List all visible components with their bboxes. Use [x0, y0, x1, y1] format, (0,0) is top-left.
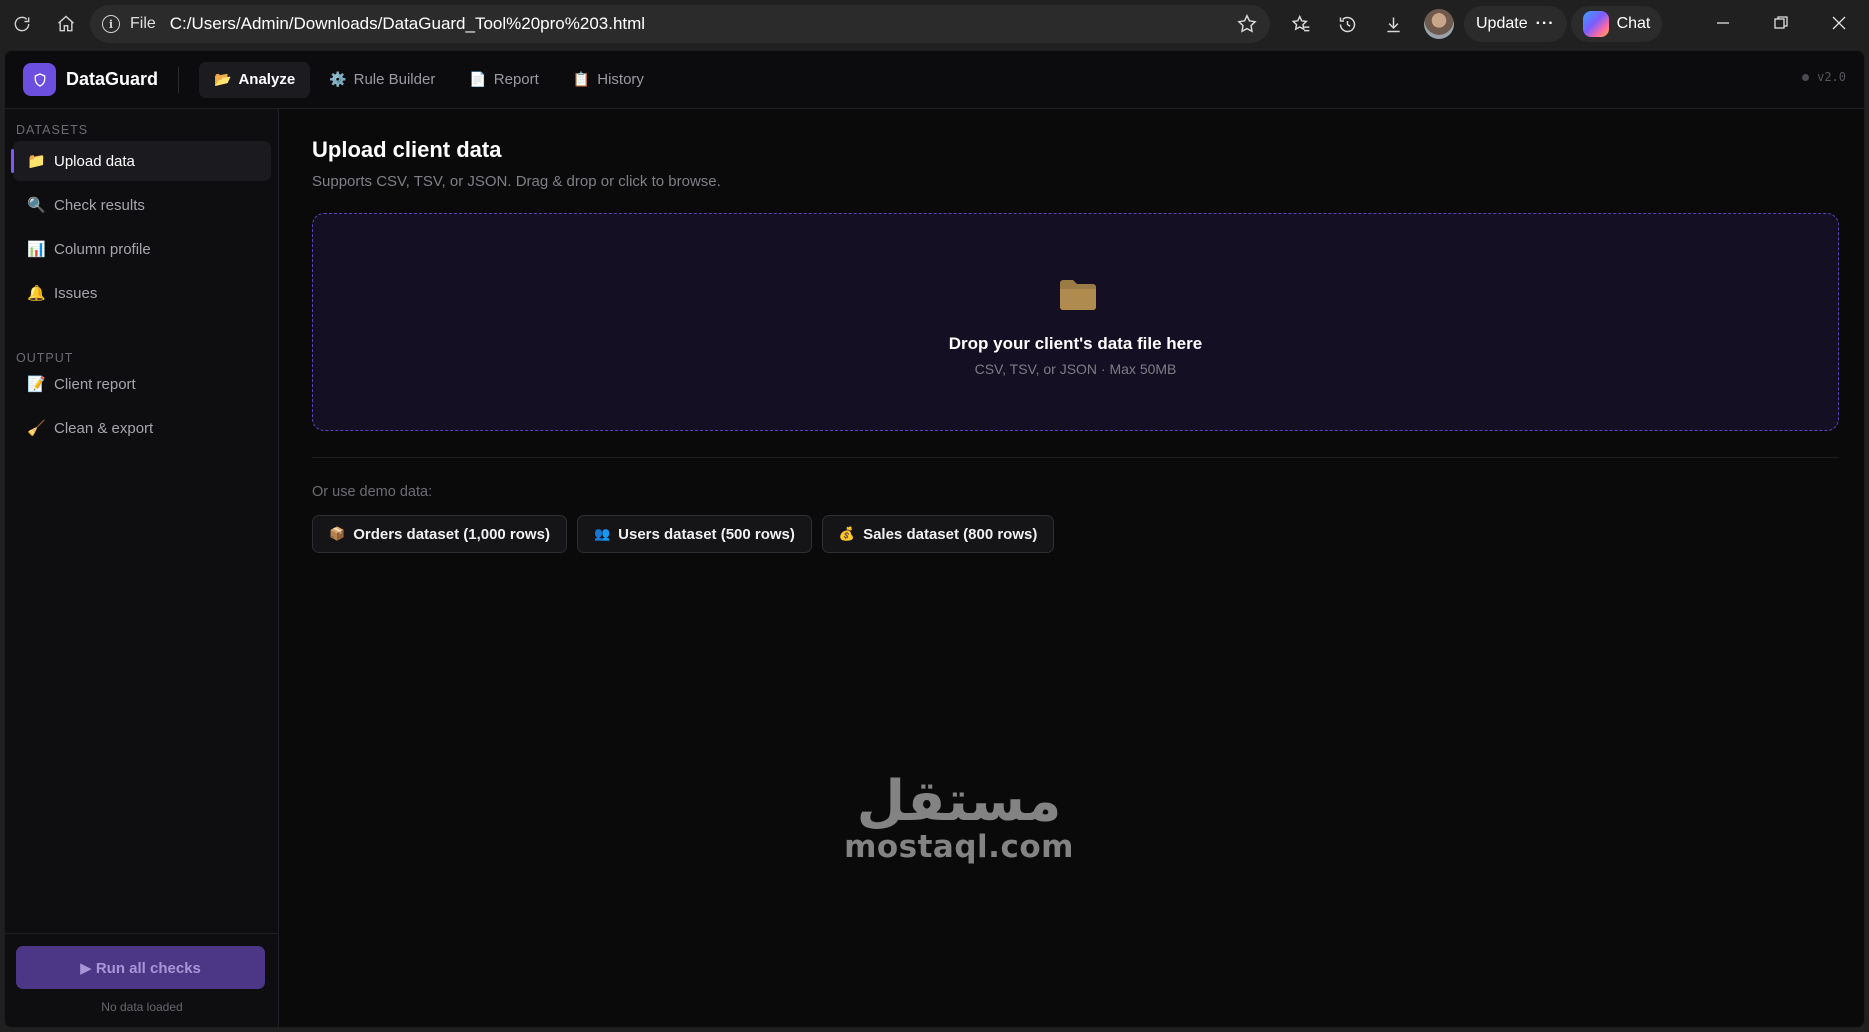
tab-label: Analyze [238, 71, 296, 88]
update-button[interactable]: Update ··· [1464, 6, 1567, 42]
money-bag-icon: 💰 [838, 526, 856, 541]
nav-divider [178, 66, 180, 93]
bar-chart-icon: 📊 [27, 241, 46, 258]
tab-history[interactable]: 📋 History [558, 62, 659, 98]
tab-rule-builder[interactable]: ⚙️ Rule Builder [314, 62, 450, 98]
demo-button-label: Sales dataset (800 rows) [863, 525, 1038, 543]
watermark-arabic: مستقل [856, 769, 1062, 834]
demo-button-label: Orders dataset (1,000 rows) [353, 525, 550, 543]
section-label-output: OUTPUT [16, 351, 74, 365]
tab-report[interactable]: 📄 Report [454, 62, 553, 98]
sidebar-item-label: Client report [54, 375, 136, 393]
more-icon: ··· [1535, 15, 1555, 32]
minimize-button[interactable] [1694, 0, 1752, 46]
tab-label: Rule Builder [353, 71, 436, 88]
sidebar-item-label: Column profile [54, 240, 151, 258]
folder-icon: 📁 [27, 153, 46, 170]
clipboard-icon: 📋 [572, 71, 591, 87]
version-indicator: v2.0 [1802, 70, 1846, 84]
app-window: DataGuard 📂 Analyze ⚙️ Rule Builder 📄 Re… [4, 50, 1865, 1028]
dropzone-hint: CSV, TSV, or JSON · Max 50MB [974, 361, 1177, 377]
favorites-icon[interactable] [1280, 4, 1322, 44]
section-label-datasets: DATASETS [16, 123, 89, 137]
sidebar-item-label: Issues [54, 284, 98, 302]
chat-button[interactable]: Chat [1570, 6, 1663, 42]
folder-icon [1060, 280, 1096, 310]
browser-tools: Update ··· Chat [1280, 4, 1663, 44]
url-text[interactable]: C:/Users/Admin/Downloads/DataGuard_Tool%… [170, 14, 645, 34]
folder-icon: 📂 [214, 71, 232, 87]
favorite-star-icon[interactable] [1236, 13, 1258, 35]
tab-label: Report [493, 71, 539, 88]
dropzone-title: Drop your client's data file here [948, 334, 1203, 353]
watermark-latin: mostaql.com [844, 829, 1074, 865]
sidebar-item-clean-export[interactable]: 🧹 Clean & export [13, 408, 271, 448]
sidebar-item-check-results[interactable]: 🔍 Check results [13, 185, 271, 225]
file-dropzone[interactable]: Drop your client's data file here CSV, T… [312, 213, 1839, 431]
copilot-icon [1582, 11, 1609, 37]
sidebar-item-upload-data[interactable]: 📁 Upload data [11, 141, 271, 181]
gear-icon: ⚙️ [329, 71, 347, 87]
status-dot [1802, 73, 1810, 81]
package-icon: 📦 [329, 526, 346, 541]
demo-data-label: Or use demo data: [312, 484, 433, 500]
address-bar[interactable]: i File C:/Users/Admin/Downloads/DataGuar… [90, 5, 1270, 43]
orders-dataset-button[interactable]: 📦 Orders dataset (1,000 rows) [312, 515, 567, 553]
page-title: Upload client data [312, 137, 502, 162]
document-icon: 📄 [469, 71, 487, 87]
data-status: No data loaded [101, 1000, 183, 1014]
sidebar-item-label: Clean & export [54, 419, 154, 437]
sidebar: DATASETS 📁 Upload data 🔍 Check results 📊… [5, 109, 279, 1027]
browser-toolbar: i File C:/Users/Admin/Downloads/DataGuar… [0, 0, 1869, 48]
sidebar-item-label: Check results [54, 196, 145, 214]
close-window-button[interactable] [1810, 0, 1868, 46]
sales-dataset-button[interactable]: 💰 Sales dataset (800 rows) [821, 515, 1055, 553]
top-nav: DataGuard 📂 Analyze ⚙️ Rule Builder 📄 Re… [5, 51, 1864, 109]
run-all-checks-button[interactable]: ▶ Run all checks [16, 946, 265, 989]
chat-label: Chat [1616, 15, 1651, 32]
users-dataset-button[interactable]: 👥 Users dataset (500 rows) [576, 515, 812, 553]
broom-icon: 🧹 [27, 420, 46, 437]
tab-analyze[interactable]: 📂 Analyze [199, 61, 311, 98]
brand-name: DataGuard [66, 69, 159, 89]
demo-buttons: 📦 Orders dataset (1,000 rows) 👥 Users da… [312, 515, 1055, 553]
demo-button-label: Users dataset (500 rows) [618, 525, 795, 543]
sidebar-item-issues[interactable]: 🔔 Issues [13, 273, 271, 313]
tab-label: History [597, 71, 644, 88]
url-scheme: File [130, 15, 156, 32]
mostaql-watermark: مستقل mostaql.com [824, 769, 1094, 866]
magnifier-icon: 🔍 [27, 197, 46, 214]
update-label: Update [1476, 15, 1528, 32]
download-icon[interactable] [1372, 4, 1414, 44]
main-content: Upload client data Supports CSV, TSV, or… [280, 109, 1864, 1027]
refresh-icon[interactable] [0, 4, 44, 44]
users-icon: 👥 [593, 526, 611, 541]
version-text: v2.0 [1817, 70, 1846, 84]
bell-icon: 🔔 [27, 285, 46, 302]
info-icon[interactable]: i [102, 15, 120, 33]
sidebar-footer: ▶ Run all checks No data loaded [5, 933, 279, 1027]
restore-button[interactable] [1752, 0, 1810, 46]
profile-avatar[interactable] [1424, 9, 1454, 39]
history-icon[interactable] [1326, 4, 1368, 44]
sidebar-item-client-report[interactable]: 📝 Client report [13, 364, 271, 404]
memo-icon: 📝 [27, 376, 46, 393]
divider [312, 457, 1839, 458]
sidebar-item-column-profile[interactable]: 📊 Column profile [13, 229, 271, 269]
page-subtitle: Supports CSV, TSV, or JSON. Drag & drop … [312, 173, 721, 190]
shield-logo-icon [23, 63, 56, 96]
sidebar-item-label: Upload data [54, 152, 135, 170]
home-icon[interactable] [44, 4, 88, 44]
